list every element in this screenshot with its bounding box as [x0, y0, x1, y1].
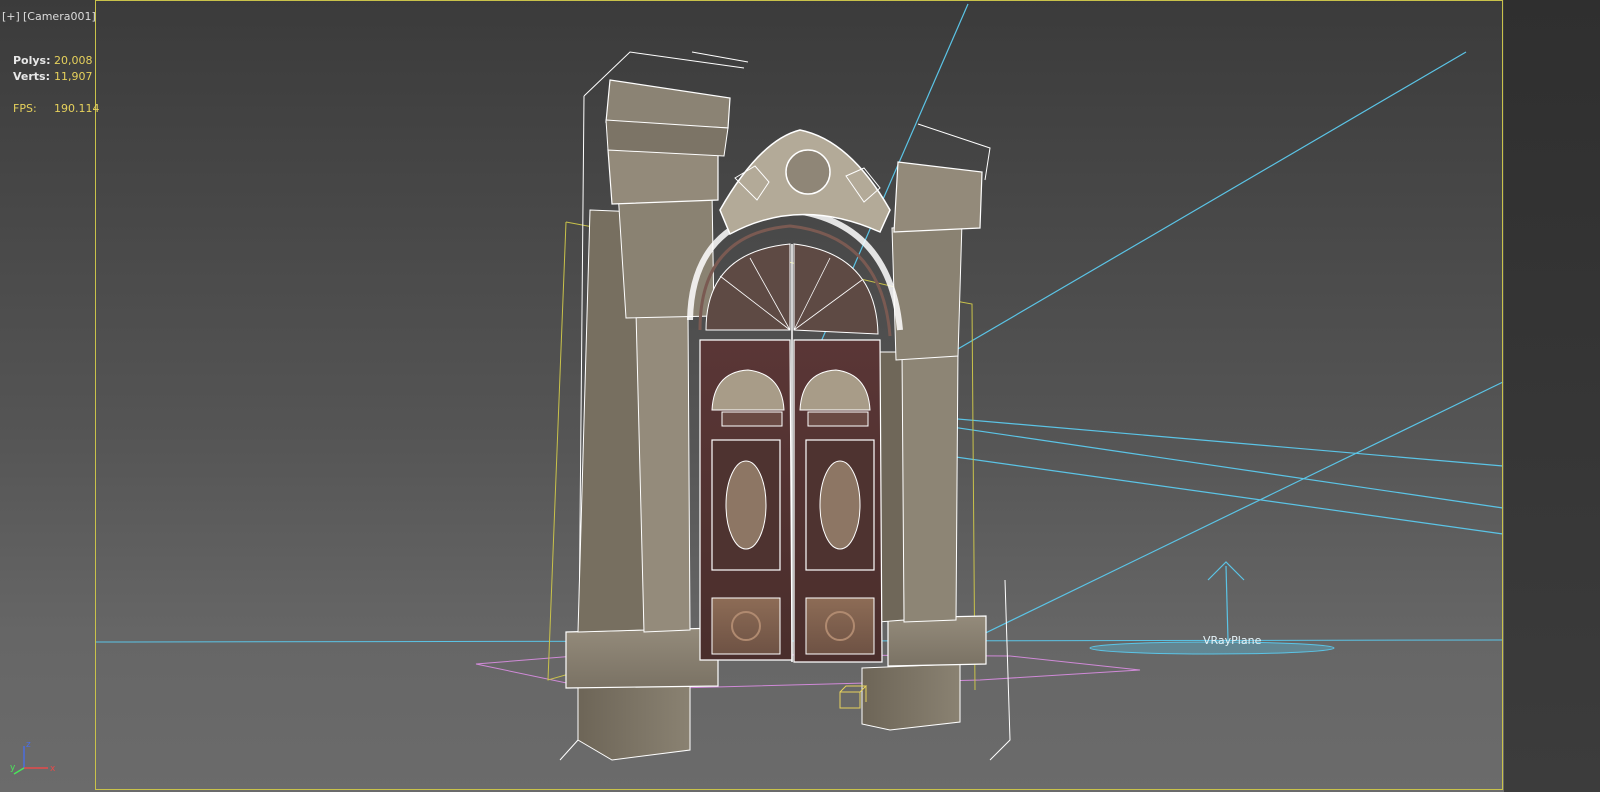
axis-y-label: y — [10, 763, 16, 773]
axis-tripod-icon: z x y — [10, 740, 56, 775]
polys-value: 20,008 — [54, 54, 93, 67]
fps-value: 190.114 — [54, 102, 100, 115]
verts-value: 11,907 — [54, 70, 93, 83]
fps-label: FPS: — [13, 102, 37, 115]
viewport-camera-label[interactable]: [Camera001] — [23, 10, 96, 23]
vray-plane-label[interactable]: VRayPlane — [1203, 634, 1261, 647]
scene-canvas[interactable] — [0, 0, 1600, 792]
polys-label: Polys: — [13, 54, 51, 67]
axis-z-label: z — [26, 740, 31, 750]
verts-label: Verts: — [13, 70, 51, 83]
axis-x-label: x — [50, 764, 56, 774]
camera-viewport[interactable]: [+] [Camera001] Polys: 20,008 Verts: 11,… — [0, 0, 1600, 792]
door-portal-model[interactable] — [565, 79, 987, 761]
viewport-menu-button[interactable]: [+] — [2, 10, 20, 23]
